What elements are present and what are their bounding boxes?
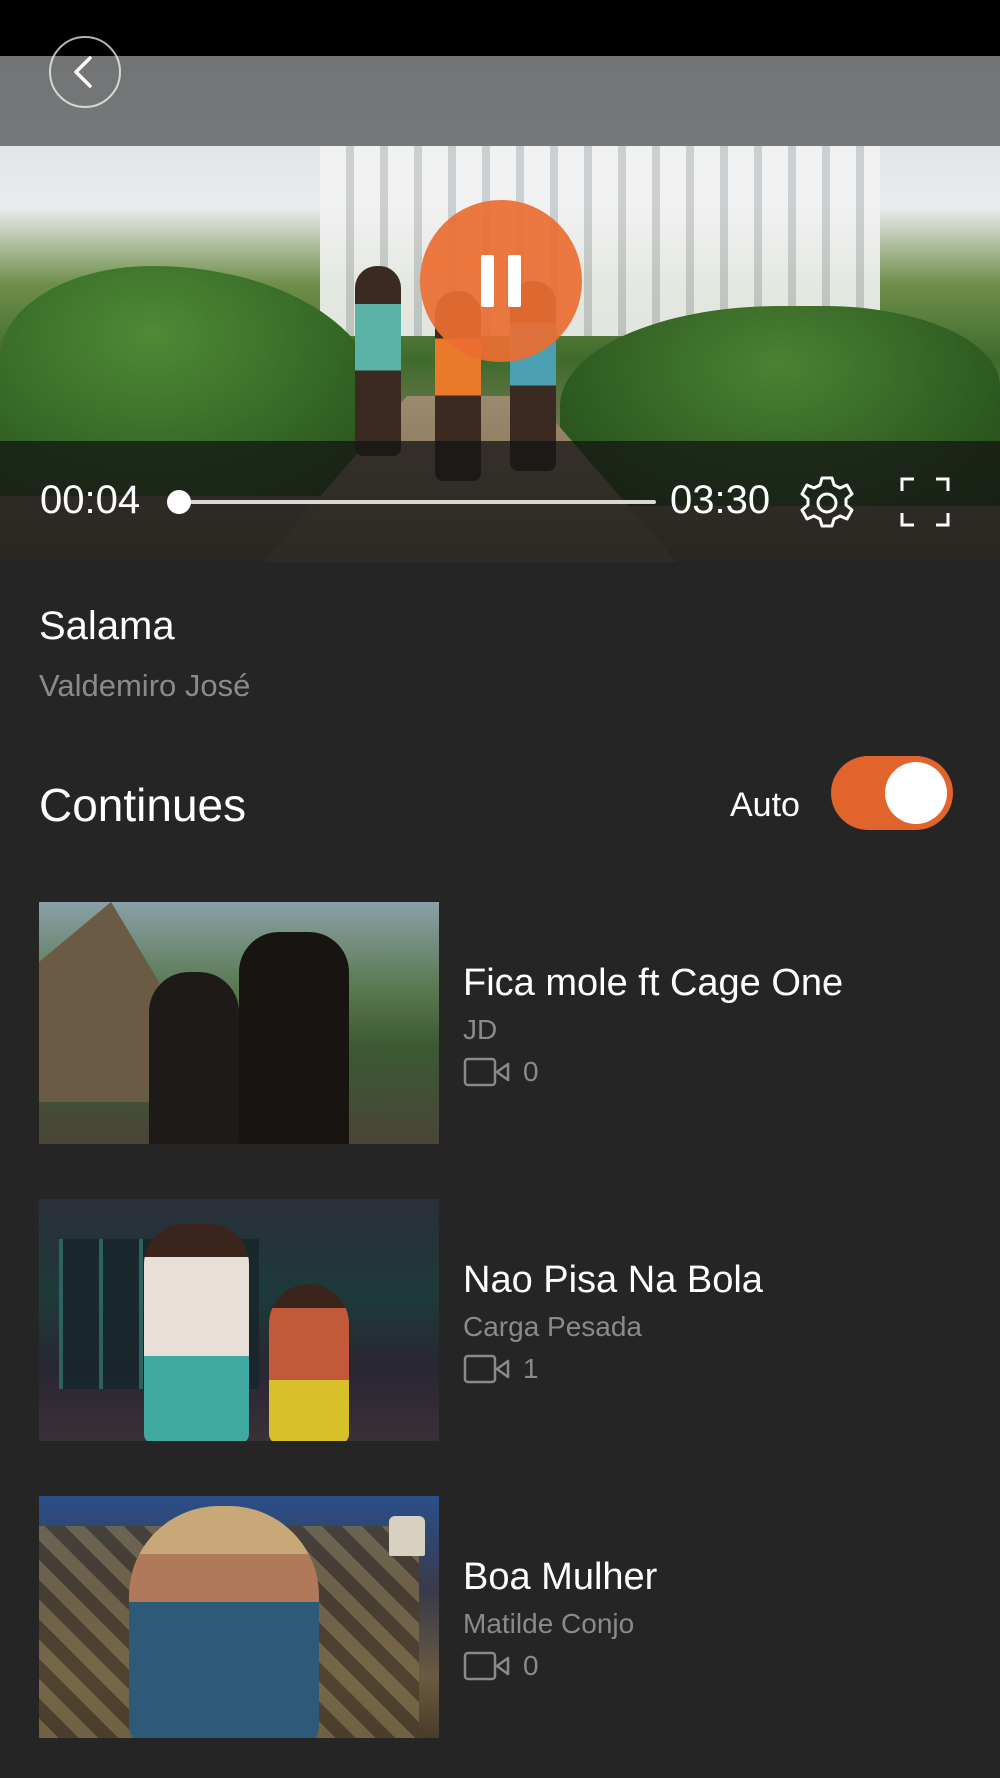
fullscreen-icon [900, 477, 950, 527]
progress-track[interactable] [170, 500, 656, 504]
video-thumbnail [39, 902, 439, 1144]
video-icon [463, 1057, 510, 1087]
video-top-overlay [0, 56, 1000, 146]
item-count: 0 [523, 1650, 539, 1681]
settings-icon [800, 476, 854, 528]
back-icon [74, 56, 92, 88]
fullscreen-button[interactable] [900, 477, 950, 527]
video-icon [463, 1651, 510, 1681]
auto-label: Auto [730, 786, 800, 824]
item-count: 0 [523, 1056, 539, 1087]
toggle-knob [885, 762, 947, 824]
current-time: 00:04 [40, 478, 141, 522]
playlist-item[interactable]: Boa Mulher Matilde Conjo 0 [39, 1496, 959, 1738]
continues-heading: Continues [39, 779, 247, 831]
progress-handle[interactable] [167, 490, 191, 514]
item-title: Fica mole ft Cage One [463, 962, 844, 1004]
video-thumbnail [39, 1496, 439, 1738]
item-views: 0 [463, 1650, 539, 1682]
item-views: 1 [463, 1353, 539, 1385]
song-artist: Valdemiro José [39, 668, 251, 703]
item-artist: Matilde Conjo [463, 1608, 635, 1639]
item-title: Nao Pisa Na Bola [463, 1259, 763, 1301]
playlist-item[interactable]: Nao Pisa Na Bola Carga Pesada 1 [39, 1199, 959, 1441]
song-title: Salama [39, 604, 175, 648]
auto-toggle[interactable] [831, 756, 953, 830]
pause-button[interactable] [420, 200, 582, 362]
video-icon [463, 1354, 510, 1384]
video-frame-dancer [355, 266, 401, 456]
item-count: 1 [523, 1353, 539, 1384]
item-artist: JD [463, 1014, 498, 1045]
status-bar [0, 0, 1000, 56]
pause-icon [481, 255, 521, 307]
settings-button[interactable] [798, 474, 856, 532]
item-artist: Carga Pesada [463, 1311, 643, 1342]
video-thumbnail [39, 1199, 439, 1441]
playlist-item[interactable]: Fica mole ft Cage One JD 0 [39, 902, 959, 1144]
item-views: 0 [463, 1056, 539, 1088]
item-title: Boa Mulher [463, 1556, 658, 1598]
duration: 03:30 [670, 478, 771, 522]
back-button[interactable] [49, 36, 121, 108]
